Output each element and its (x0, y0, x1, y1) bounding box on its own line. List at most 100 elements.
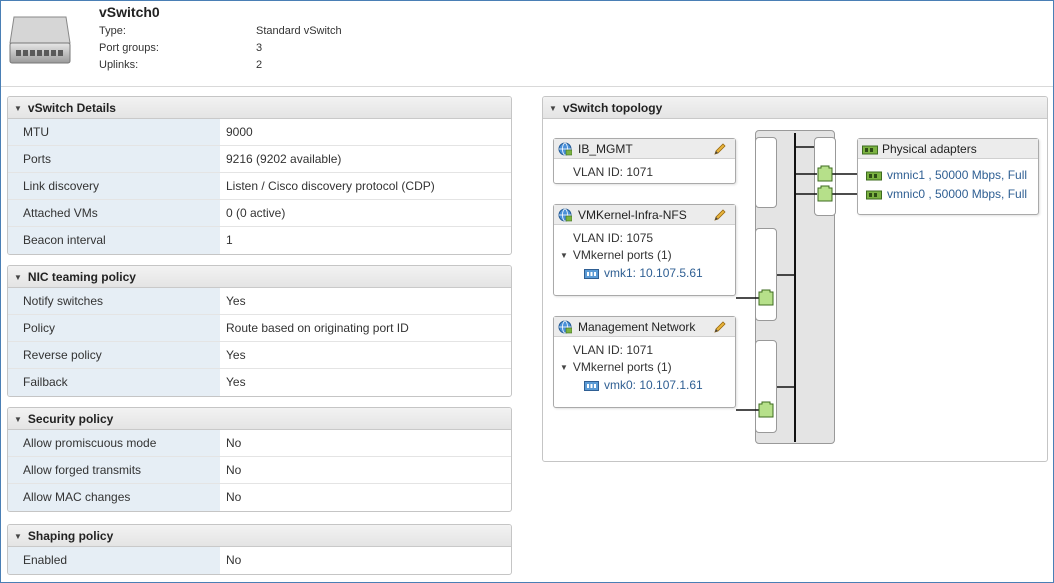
adapter-link[interactable]: vmnic0 , 50000 Mbps, Full (887, 187, 1027, 201)
vmk-link[interactable]: vmk1: 10.107.5.61 (604, 266, 703, 280)
vmkernel-ports-label: VMkernel ports (1) (572, 248, 672, 262)
property-value: Yes (226, 348, 246, 362)
vmkernel-ports-toggle[interactable]: ▼ VMkernel ports (1) (560, 360, 672, 374)
panel-title: Security policy (27, 412, 114, 426)
vswitch-details-panel: ▼ vSwitch Details MTU 9000 Ports 9216 (9202… (7, 96, 512, 255)
property-key: Allow promiscuous mode (8, 430, 220, 456)
property-key: Failback (8, 369, 220, 396)
property-value: Listen / Cisco discovery protocol (CDP) (226, 179, 435, 193)
collapse-caret-icon[interactable]: ▼ (14, 409, 22, 431)
portgroup-ib-mgmt[interactable]: IB_MGMT VLAN ID: 1071 (553, 138, 736, 184)
vswitch-details-header[interactable]: ▼ vSwitch Details (8, 97, 511, 119)
security-policy-header[interactable]: ▼ Security policy (8, 408, 511, 430)
portgroup-name: IB_MGMT (578, 142, 633, 156)
expand-caret-icon[interactable]: ▼ (560, 251, 568, 260)
vmkernel-nic-entry[interactable]: vmk1: 10.107.5.61 (584, 266, 703, 282)
panel-title: Shaping policy (27, 529, 114, 543)
property-key: Notify switches (8, 288, 220, 314)
physical-nic-icon (866, 170, 882, 184)
security-policy-panel: ▼ Security policy Allow promiscuous mode N… (7, 407, 512, 512)
shaping-policy-header[interactable]: ▼ Shaping policy (8, 525, 511, 547)
property-row: Notify switches Yes (8, 288, 511, 315)
collapse-caret-icon[interactable]: ▼ (14, 267, 22, 289)
vswitch-topology-panel: ▼ vSwitch topology IB_MGMT VLAN ID: 1071… (542, 96, 1048, 462)
vmkernel-ports-label: VMkernel ports (1) (572, 360, 672, 374)
property-value: No (226, 463, 242, 477)
uplinks-value: 2 (256, 59, 263, 71)
vmkernel-ports-toggle[interactable]: ▼ VMkernel ports (1) (560, 248, 672, 262)
adapter-entry[interactable]: vmnic1 , 50000 Mbps, Full (866, 168, 1027, 184)
portgroup-name: Management Network (578, 320, 696, 334)
portgroup-name: VMKernel-Infra-NFS (578, 208, 687, 222)
property-row: Allow MAC changes No (8, 484, 511, 511)
property-key: Ports (8, 146, 220, 172)
property-row: Failback Yes (8, 369, 511, 396)
property-row: Policy Route based on originating port ID (8, 315, 511, 342)
network-globe-icon (558, 320, 573, 340)
property-key: Attached VMs (8, 200, 220, 226)
property-value: Route based on originating port ID (226, 321, 409, 335)
property-row: Allow forged transmits No (8, 457, 511, 484)
property-value: Yes (226, 375, 246, 389)
property-key: Allow forged transmits (8, 457, 220, 483)
vmkernel-nic-icon (584, 380, 599, 394)
port-icon (758, 289, 774, 306)
property-value: 9216 (9202 available) (226, 152, 342, 166)
nic-teaming-header[interactable]: ▼ NIC teaming policy (8, 266, 511, 288)
vmkernel-nic-entry[interactable]: vmk0: 10.107.1.61 (584, 378, 703, 394)
header-divider (1, 86, 1053, 87)
uplink-port-icon (817, 165, 833, 182)
panel-title: NIC teaming policy (27, 270, 136, 284)
port-icon (758, 401, 774, 418)
property-row: Ports 9216 (9202 available) (8, 146, 511, 173)
property-row: Allow promiscuous mode No (8, 430, 511, 457)
page-title: vSwitch0 (99, 4, 160, 20)
shaping-policy-panel: ▼ Shaping policy Enabled No (7, 524, 512, 575)
adapter-link[interactable]: vmnic1 , 50000 Mbps, Full (887, 168, 1027, 182)
physical-nic-icon (862, 142, 878, 162)
collapse-caret-icon[interactable]: ▼ (14, 98, 22, 120)
expand-caret-icon[interactable]: ▼ (560, 363, 568, 372)
vlan-id: VLAN ID: 1075 (573, 231, 654, 245)
property-row: Attached VMs 0 (0 active) (8, 200, 511, 227)
property-value: No (226, 553, 242, 567)
port-groups-label: Port groups: (99, 42, 159, 54)
property-row: MTU 9000 (8, 119, 511, 146)
property-key: Policy (8, 315, 220, 341)
property-row: Enabled No (8, 547, 511, 574)
vswitch-icon (8, 13, 72, 69)
property-row: Link discovery Listen / Cisco discovery p… (8, 173, 511, 200)
vlan-id: VLAN ID: 1071 (573, 165, 654, 179)
vmkernel-nic-icon (584, 268, 599, 282)
property-value: 0 (0 active) (226, 206, 286, 220)
edit-pencil-icon[interactable] (713, 142, 727, 162)
property-row: Beacon interval 1 (8, 227, 511, 254)
physical-nic-icon (866, 189, 882, 203)
port-groups-value: 3 (256, 42, 263, 54)
physical-adapters-box: Physical adapters vmnic1 , 50000 Mbps, F… (857, 138, 1039, 215)
property-key: Link discovery (8, 173, 220, 199)
property-row: Reverse policy Yes (8, 342, 511, 369)
uplink-port-icon (817, 185, 833, 202)
property-key: Allow MAC changes (8, 484, 220, 511)
adapters-title: Physical adapters (882, 142, 977, 156)
edit-pencil-icon[interactable] (713, 320, 727, 340)
uplinks-label: Uplinks: (99, 59, 139, 71)
vmk-link[interactable]: vmk0: 10.107.1.61 (604, 378, 703, 392)
property-key: Beacon interval (8, 227, 220, 254)
portgroup-vmkernel-infra-nfs[interactable]: VMKernel-Infra-NFS VLAN ID: 1075 ▼ VMkern… (553, 204, 736, 296)
property-value: No (226, 490, 242, 504)
type-label: Type: (99, 25, 126, 37)
property-value: 1 (226, 233, 233, 247)
collapse-caret-icon[interactable]: ▼ (14, 526, 22, 548)
property-key: MTU (8, 119, 220, 145)
portgroup-management-network[interactable]: Management Network VLAN ID: 1071 ▼ VMkern… (553, 316, 736, 408)
vlan-id: VLAN ID: 1071 (573, 343, 654, 357)
network-globe-icon (558, 208, 573, 228)
vswitch-page: vSwitch0 Type: Standard vSwitch Port gro… (0, 0, 1054, 583)
adapter-entry[interactable]: vmnic0 , 50000 Mbps, Full (866, 187, 1027, 203)
edit-pencil-icon[interactable] (713, 208, 727, 228)
property-key: Reverse policy (8, 342, 220, 368)
nic-teaming-panel: ▼ NIC teaming policy Notify switches Yes P… (7, 265, 512, 397)
type-value: Standard vSwitch (256, 25, 342, 37)
